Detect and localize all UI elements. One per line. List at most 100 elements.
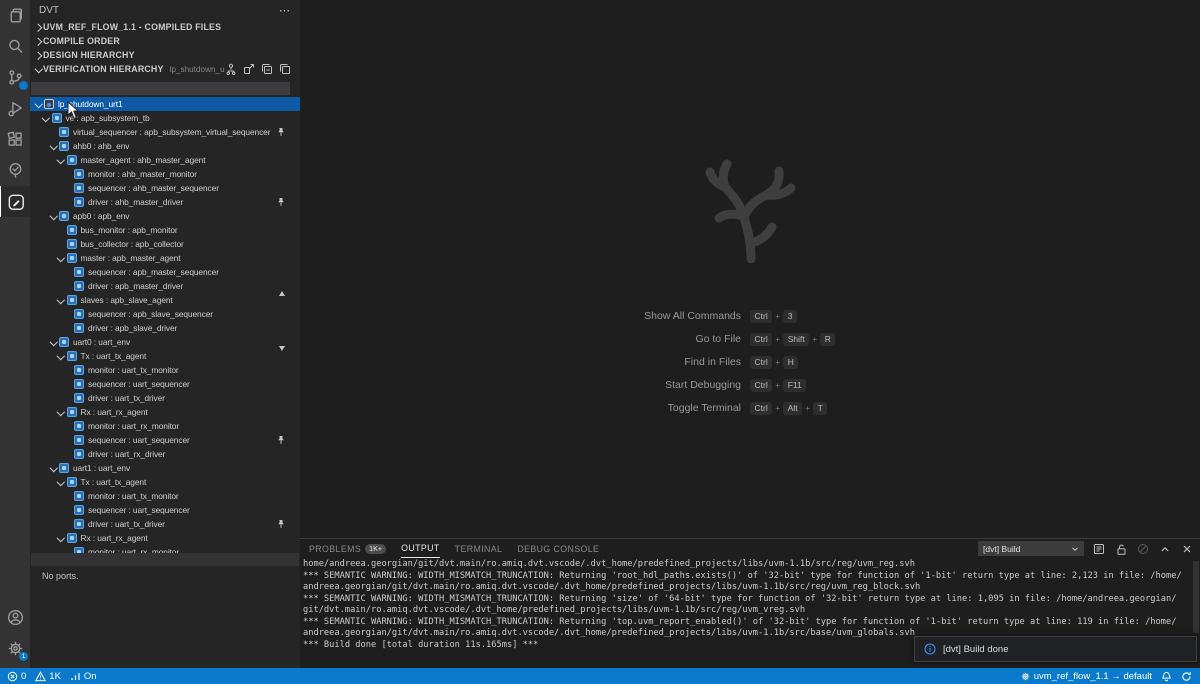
output-scrollbar[interactable] [1193, 561, 1199, 633]
link-editor-icon[interactable] [243, 63, 255, 75]
tree-row-sequencer[interactable]: sequencer : uart_sequencer [30, 503, 300, 517]
section-header-uvm-ref-flow-1-1-compiled-files[interactable]: UVM_REF_FLOW_1.1 - COMPILED FILES [30, 20, 300, 34]
sidebar-header: DVT ⋯ [30, 0, 300, 20]
tree-row-sequencer[interactable]: sequencer : apb_master_sequencer [30, 265, 300, 279]
tree-row-sequencer[interactable]: sequencer : ahb_master_sequencer [30, 181, 300, 195]
tree-row-bus_collector[interactable]: bus_collector : apb_collector [30, 237, 300, 251]
status-item-build-config[interactable]: uvm_ref_flow_1.1 → default [1020, 671, 1152, 682]
chevron-down-icon[interactable] [56, 477, 66, 487]
chevron-down-icon[interactable] [56, 155, 66, 165]
group-icon[interactable] [279, 63, 291, 75]
chevron-down-icon[interactable] [41, 113, 51, 123]
tree-row-driver[interactable]: driver : apb_slave_driver [30, 321, 300, 335]
notification-toast[interactable]: [dvt] Build done [914, 636, 1197, 662]
output-channel-select[interactable]: [dvt] Build [978, 541, 1084, 556]
collapse-all-icon[interactable] [261, 63, 273, 75]
open-log-file-button[interactable] [1092, 542, 1106, 556]
tree-row-Tx[interactable]: Tx : uart_tx_agent [30, 475, 300, 489]
tree-row-slaves[interactable]: slaves : apb_slave_agent [30, 293, 300, 307]
chevron-down-icon[interactable] [48, 211, 58, 221]
activity-item-search[interactable] [0, 31, 30, 62]
tree-row-monitor[interactable]: monitor : uart_rx_monitor [30, 545, 300, 553]
no-chevron [63, 267, 73, 277]
chevron-down-icon[interactable] [56, 407, 66, 417]
tree-row-label: sequencer : uart_sequencer [88, 505, 190, 515]
activity-item-accounts[interactable] [0, 602, 30, 633]
tree-row-driver[interactable]: driver : uart_tx_driver [30, 517, 300, 531]
tree-row-driver[interactable]: driver : ahb_master_driver [30, 195, 300, 209]
activity-item-extensions[interactable] [0, 124, 30, 155]
section-header-design-hierarchy[interactable]: DESIGN HIERARCHY [30, 48, 300, 62]
maximize-panel-button[interactable] [1158, 542, 1172, 556]
status-bar: 0 1K On uvm_ref_flow_1.1 → default [0, 668, 1200, 684]
tree-row-uart1[interactable]: uart1 : uart_env [30, 461, 300, 475]
chevron-down-icon[interactable] [56, 533, 66, 543]
tree-row-apb0[interactable]: apb0 : apb_env [30, 209, 300, 223]
status-item-errors[interactable]: 0 [7, 671, 26, 682]
tree-row-driver[interactable]: driver : uart_tx_driver [30, 391, 300, 405]
activity-item-source-control[interactable] [0, 62, 30, 93]
activity-item-settings[interactable]: 1 [0, 633, 30, 664]
activity-item-explorer[interactable] [0, 0, 30, 31]
files-icon [6, 6, 25, 25]
keybinding-chip: Alt [783, 402, 802, 415]
chevron-down-icon[interactable] [56, 253, 66, 263]
clear-output-button[interactable] [1136, 542, 1150, 556]
status-item-notifications[interactable] [1161, 671, 1172, 682]
activity-item-run-and-debug[interactable] [0, 93, 30, 124]
status-item-connection[interactable]: On [70, 671, 97, 682]
uvm-component-icon [74, 281, 84, 291]
panel-tab-output[interactable]: OUTPUT [401, 539, 440, 558]
editor-watermark: Show All Commands Ctrl+3 Go to File Ctrl… [300, 0, 1200, 424]
tree-row-monitor[interactable]: monitor : uart_rx_monitor [30, 419, 300, 433]
keybinding-chip: Ctrl [750, 402, 772, 415]
panel-tab-problems[interactable]: PROBLEMS 1K+ [309, 539, 386, 558]
toggle-auto-scroll-button[interactable] [1114, 542, 1128, 556]
mouse-cursor-icon [66, 101, 79, 120]
tree-row-sequencer[interactable]: sequencer : uart_sequencer [30, 433, 300, 447]
chevron-down-icon[interactable] [56, 351, 66, 361]
tree-row-master_agent[interactable]: master_agent : ahb_master_agent [30, 153, 300, 167]
tree-row-monitor[interactable]: monitor : uart_tx_monitor [30, 363, 300, 377]
activity-item-verification-checks[interactable] [0, 155, 30, 186]
activity-badge: 1 [19, 652, 28, 661]
tree-row-uart0[interactable]: uart0 : uart_env [30, 335, 300, 349]
uvm-component-icon [74, 379, 84, 389]
chevron-down-icon[interactable] [33, 99, 43, 109]
chevron-down-icon[interactable] [48, 337, 58, 347]
activity-item-dvt[interactable] [0, 186, 30, 217]
tree-row-monitor[interactable]: monitor : uart_tx_monitor [30, 489, 300, 503]
tree-row-ahb0[interactable]: ahb0 : ahb_env [30, 139, 300, 153]
ports-section-divider[interactable] [31, 553, 299, 566]
tree-row-label: Tx : uart_tx_agent [81, 477, 147, 487]
uvm-component-icon [74, 323, 84, 333]
status-item-warnings[interactable]: 1K [35, 671, 61, 682]
panel-tab-debug-console[interactable]: DEBUG CONSOLE [517, 539, 599, 558]
tree-row-bus_monitor[interactable]: bus_monitor : apb_monitor [30, 223, 300, 237]
panel-tab-terminal[interactable]: TERMINAL [455, 539, 503, 558]
chevron-down-icon[interactable] [48, 463, 58, 473]
tree-row-driver[interactable]: driver : uart_rx_driver [30, 447, 300, 461]
more-actions-icon[interactable]: ⋯ [279, 4, 291, 17]
chevron-down-icon[interactable] [56, 295, 66, 305]
hierarchy-icon[interactable] [225, 63, 237, 75]
keybinding-chip: R [820, 333, 835, 346]
tree-row-master[interactable]: master : apb_master_agent [30, 251, 300, 265]
tree-row-label: sequencer : uart_sequencer [88, 379, 190, 389]
tree-row-monitor[interactable]: monitor : ahb_master_monitor [30, 167, 300, 181]
tree-row-driver[interactable]: driver : apb_master_driver [30, 279, 300, 293]
no-chevron [63, 309, 73, 319]
tree-row-sequencer[interactable]: sequencer : uart_sequencer [30, 377, 300, 391]
chevron-down-icon[interactable] [48, 141, 58, 151]
section-header-verification-hierarchy[interactable]: VERIFICATION HIERARCHY lp_shutdown_urt1 [30, 62, 300, 76]
status-item-refresh[interactable] [1181, 671, 1192, 682]
tree-row-Rx[interactable]: Rx : uart_rx_agent [30, 405, 300, 419]
close-panel-button[interactable] [1180, 542, 1194, 556]
tree-filter-bar[interactable] [31, 82, 290, 95]
section-header-compile-order[interactable]: COMPILE ORDER [30, 34, 300, 48]
tree-row-virtual_sequencer[interactable]: virtual_sequencer : apb_subsystem_virtua… [30, 125, 300, 139]
uvm-component-icon [59, 211, 69, 221]
tree-row-Tx[interactable]: Tx : uart_tx_agent [30, 349, 300, 363]
tree-row-sequencer[interactable]: sequencer : apb_slave_sequencer [30, 307, 300, 321]
tree-row-Rx[interactable]: Rx : uart_rx_agent [30, 531, 300, 545]
